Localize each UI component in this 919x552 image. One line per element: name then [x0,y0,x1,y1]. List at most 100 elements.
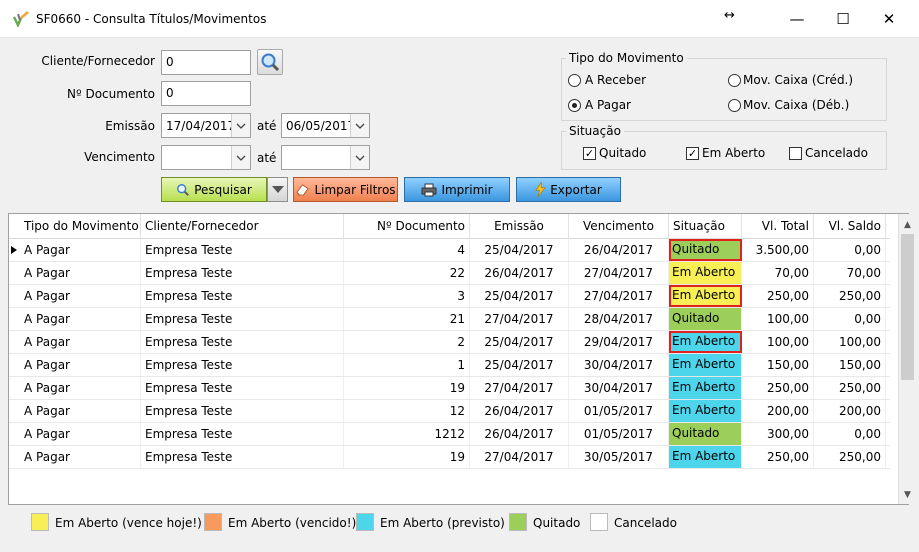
column-header-vencimento[interactable]: Vencimento [569,214,669,239]
column-header-situacao[interactable]: Situação [669,214,742,239]
cell-saldo: 0,00 [814,423,886,445]
scroll-down-icon[interactable]: ▼ [899,486,916,503]
close-button[interactable]: ✕ [866,0,912,38]
column-header-emissao[interactable]: Emissão [470,214,569,239]
vencimento-ate-picker[interactable] [281,145,370,170]
cell-venc: 30/04/2017 [569,354,669,376]
cell-doc: 19 [344,446,470,468]
radio-label: Mov. Caixa (Créd.) [743,73,854,87]
cell-saldo: 200,00 [814,400,886,422]
imprimir-button[interactable]: Imprimir [404,177,510,202]
legend-swatch-hoje [31,513,49,531]
cell-venc: 30/04/2017 [569,377,669,399]
check-cancelado[interactable]: Cancelado [789,146,879,162]
cell-situacao: Em Aberto [669,377,742,399]
cell-doc: 22 [344,262,470,284]
legend-label: Em Aberto (vencido!) [228,516,357,530]
radio-mov-caixa-deb[interactable]: Mov. Caixa (Déb.) [728,98,878,114]
radio-label: Mov. Caixa (Déb.) [743,98,850,112]
table-row[interactable]: A Pagar Empresa Teste 22 26/04/2017 27/04/20… [9,262,890,285]
table-row[interactable]: A Pagar Empresa Teste 1212 26/04/2017 01/05/… [9,423,890,446]
maximize-button[interactable]: ☐ [820,0,866,38]
limpar-filtros-button[interactable]: Limpar Filtros [293,177,398,202]
magnifier-icon [261,53,280,72]
check-quitado[interactable]: ✓ Quitado [583,146,673,162]
table-row[interactable]: A Pagar Empresa Teste 12 26/04/2017 01/05/20… [9,400,890,423]
eraser-icon [295,183,310,196]
cell-venc: 01/05/2017 [569,423,669,445]
cell-venc: 28/04/2017 [569,308,669,330]
pesquisar-dropdown-button[interactable] [267,177,288,202]
chevron-down-icon[interactable] [231,114,250,137]
check-em-aberto[interactable]: ✓ Em Aberto [686,146,776,162]
cell-tipo: A Pagar [20,400,141,422]
cell-tipo: A Pagar [20,446,141,468]
cell-emissao: 26/04/2017 [470,262,569,284]
emissao-de-picker[interactable]: 17/04/2017 [161,113,251,138]
check-label: Quitado [599,146,647,160]
column-header-vl-saldo[interactable]: Vl. Saldo [814,214,886,239]
column-header-tipo[interactable]: Tipo do Movimento [20,214,141,239]
cell-emissao: 26/04/2017 [470,423,569,445]
cell-doc: 3 [344,285,470,307]
radio-circle-icon [728,99,741,112]
cell-saldo: 250,00 [814,446,886,468]
pesquisar-label: Pesquisar [194,182,252,197]
radio-a-pagar[interactable]: A Pagar [568,98,708,114]
maximize-icon: ☐ [836,10,850,28]
cell-cliente: Empresa Teste [141,285,344,307]
cell-tipo: A Pagar [20,423,141,445]
cliente-input[interactable]: 0 [161,50,251,75]
exportar-button[interactable]: Exportar [516,177,621,202]
table-row[interactable]: A Pagar Empresa Teste 1 25/04/2017 30/04/201… [9,354,890,377]
legend-label: Quitado [533,516,581,530]
search-cliente-button[interactable] [257,49,283,75]
cell-cliente: Empresa Teste [141,354,344,376]
chevron-down-icon[interactable] [231,146,250,169]
cell-total: 250,00 [742,377,814,399]
scroll-up-icon[interactable]: ▲ [899,216,916,233]
cell-doc: 21 [344,308,470,330]
cell-tipo: A Pagar [20,285,141,307]
table-row[interactable]: A Pagar Empresa Teste 19 27/04/2017 30/05/20… [9,446,890,469]
column-header-documento[interactable]: Nº Documento [344,214,470,239]
vencimento-de-picker[interactable] [161,145,251,170]
radio-selected-icon [568,99,581,112]
table-row[interactable]: A Pagar Empresa Teste 19 27/04/2017 30/04/20… [9,377,890,400]
table-row[interactable]: A Pagar Empresa Teste 21 27/04/2017 28/04/20… [9,308,890,331]
column-header-vl-total[interactable]: Vl. Total [742,214,814,239]
printer-icon [421,183,437,197]
radio-circle-icon [568,74,581,87]
documento-input[interactable]: 0 [161,81,251,106]
table-row[interactable]: A Pagar Empresa Teste 4 25/04/2017 26/04/201… [9,239,890,262]
results-grid[interactable]: Tipo do Movimento Cliente/Fornecedor Nº … [8,213,915,505]
cell-tipo: A Pagar [20,239,141,261]
cell-venc: 27/04/2017 [569,285,669,307]
cell-emissao: 25/04/2017 [470,354,569,376]
cell-situacao: Em Aberto [669,354,742,376]
cell-doc: 2 [344,331,470,353]
chevron-down-icon[interactable] [350,146,369,169]
minimize-button[interactable]: — [774,0,820,38]
scrollbar-thumb[interactable] [901,234,914,380]
cell-situacao: Em Aberto [669,262,742,284]
table-row[interactable]: A Pagar Empresa Teste 2 25/04/2017 29/04/201… [9,331,890,354]
cell-total: 250,00 [742,446,814,468]
cell-cliente: Empresa Teste [141,262,344,284]
cell-tipo: A Pagar [20,308,141,330]
vertical-scrollbar[interactable]: ▲ ▼ [898,214,915,504]
radio-a-receber[interactable]: A Receber [568,73,708,89]
table-row[interactable]: A Pagar Empresa Teste 3 25/04/2017 27/04/201… [9,285,890,308]
cell-doc: 19 [344,377,470,399]
minimize-icon: — [789,10,805,28]
column-header-cliente[interactable]: Cliente/Fornecedor [141,214,344,239]
chevron-down-icon[interactable] [350,114,369,137]
pesquisar-button[interactable]: Pesquisar [161,177,267,202]
resize-arrows-icon[interactable]: ↔ [724,8,735,23]
checkbox-empty-icon [789,147,802,160]
cell-doc: 12 [344,400,470,422]
emissao-ate-picker[interactable]: 06/05/2017 [281,113,370,138]
cell-saldo: 0,00 [814,239,886,261]
legend-swatch-vencido [204,513,222,531]
radio-mov-caixa-cred[interactable]: Mov. Caixa (Créd.) [728,73,878,89]
